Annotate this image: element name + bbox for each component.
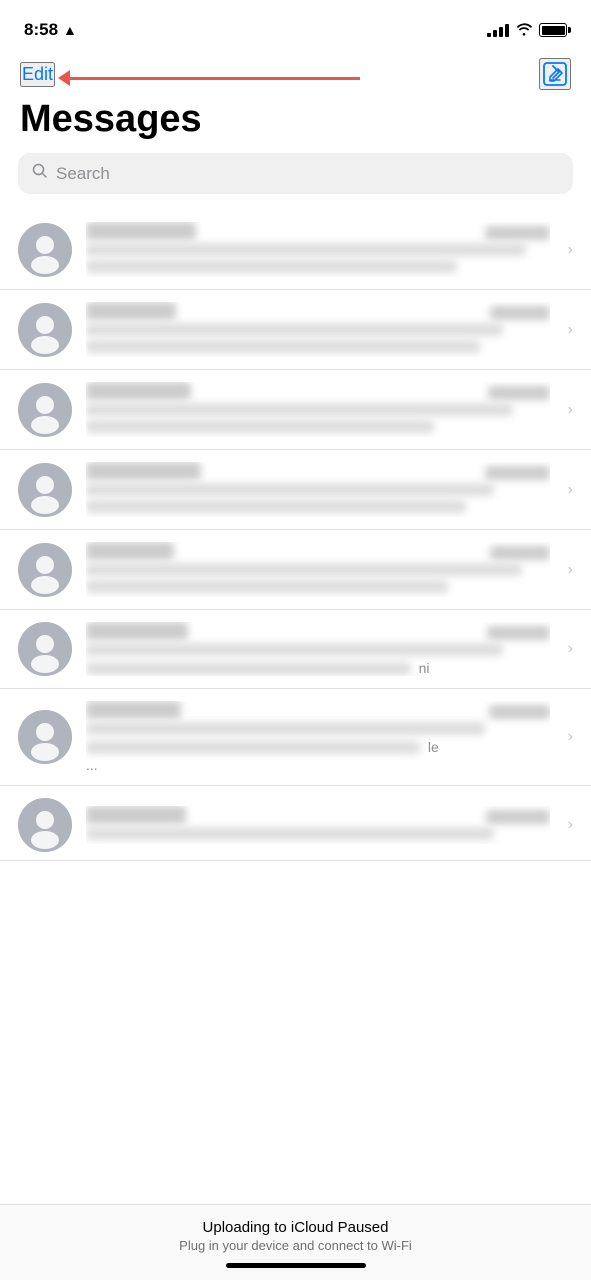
message-time — [488, 386, 550, 400]
message-preview-line1 — [86, 643, 503, 656]
search-placeholder: Search — [56, 164, 110, 184]
list-item[interactable]: le ... › — [0, 689, 591, 786]
page-title: Messages — [0, 98, 591, 153]
message-time — [490, 546, 550, 560]
contact-name — [86, 542, 174, 560]
message-content — [86, 302, 550, 357]
message-time — [486, 810, 550, 824]
message-preview-line2 — [86, 741, 420, 754]
home-indicator — [226, 1263, 366, 1268]
list-item[interactable]: › — [0, 450, 591, 530]
arrow-head — [58, 70, 70, 86]
chevron-icon: › — [568, 816, 573, 834]
ellipsis: ... — [86, 757, 550, 773]
message-preview-line1 — [86, 243, 526, 256]
arrow-annotation — [60, 72, 370, 84]
contact-name — [86, 806, 186, 824]
message-time — [489, 705, 550, 719]
message-time — [487, 626, 550, 640]
contact-name — [86, 701, 181, 719]
message-preview-line2 — [86, 580, 448, 593]
chevron-icon: › — [568, 321, 573, 339]
status-bar: 8:58 ▲ — [0, 0, 591, 54]
list-item[interactable]: ni › — [0, 610, 591, 689]
search-bar[interactable]: Search — [18, 153, 573, 194]
avatar — [18, 798, 72, 852]
icloud-title: Uploading to iCloud Paused — [16, 1219, 575, 1236]
message-content — [86, 222, 550, 277]
partial-text: ni — [419, 660, 430, 676]
chevron-icon: › — [568, 728, 573, 746]
message-preview-line1 — [86, 483, 494, 496]
search-container: Search — [0, 153, 591, 210]
message-preview-line1 — [86, 563, 522, 576]
location-icon: ▲ — [63, 22, 77, 38]
message-content — [86, 542, 550, 597]
wifi-icon — [515, 22, 533, 39]
list-item[interactable]: › — [0, 210, 591, 290]
battery-icon — [539, 23, 567, 37]
message-preview-line2 — [86, 420, 434, 433]
edit-button[interactable]: Edit — [20, 62, 55, 87]
message-time — [485, 466, 550, 480]
search-icon — [32, 163, 48, 184]
contact-name — [86, 382, 191, 400]
avatar — [18, 543, 72, 597]
message-preview-line2 — [86, 662, 411, 675]
icloud-subtitle: Plug in your device and connect to Wi-Fi — [16, 1238, 575, 1253]
compose-button[interactable] — [539, 58, 571, 90]
list-item[interactable]: › — [0, 290, 591, 370]
avatar — [18, 710, 72, 764]
message-time — [490, 306, 550, 320]
avatar — [18, 223, 72, 277]
avatar — [18, 383, 72, 437]
message-preview-line2 — [86, 340, 480, 353]
chevron-icon: › — [568, 481, 573, 499]
message-content — [86, 462, 550, 517]
list-item[interactable]: › — [0, 786, 591, 861]
compose-icon — [542, 61, 568, 87]
list-item[interactable]: › — [0, 530, 591, 610]
chevron-icon: › — [568, 401, 573, 419]
avatar — [18, 463, 72, 517]
arrow-line — [70, 77, 360, 80]
contact-name — [86, 302, 176, 320]
contact-name — [86, 622, 188, 640]
message-time — [485, 226, 550, 240]
messages-list: › › › — [0, 210, 591, 861]
message-content: ni — [86, 622, 550, 676]
message-preview-line1 — [86, 722, 485, 735]
message-preview-line2 — [86, 500, 466, 513]
message-preview-line1 — [86, 403, 513, 416]
avatar — [18, 622, 72, 676]
list-item[interactable]: › — [0, 370, 591, 450]
message-preview-line2 — [86, 260, 457, 273]
message-content — [86, 382, 550, 437]
signal-icon — [487, 23, 509, 37]
message-preview-line1 — [86, 323, 503, 336]
status-icons — [487, 22, 567, 39]
chevron-icon: › — [568, 561, 573, 579]
chevron-icon: › — [568, 640, 573, 658]
partial-text: le — [428, 739, 439, 755]
bottom-bar: Uploading to iCloud Paused Plug in your … — [0, 1204, 591, 1280]
chevron-icon: › — [568, 241, 573, 259]
message-content — [86, 806, 550, 844]
icloud-status: Uploading to iCloud Paused Plug in your … — [16, 1219, 575, 1253]
contact-name — [86, 222, 196, 240]
avatar — [18, 303, 72, 357]
status-time: 8:58 — [24, 20, 58, 40]
message-content: le ... — [86, 701, 550, 773]
message-preview-line1 — [86, 827, 494, 840]
contact-name — [86, 462, 201, 480]
